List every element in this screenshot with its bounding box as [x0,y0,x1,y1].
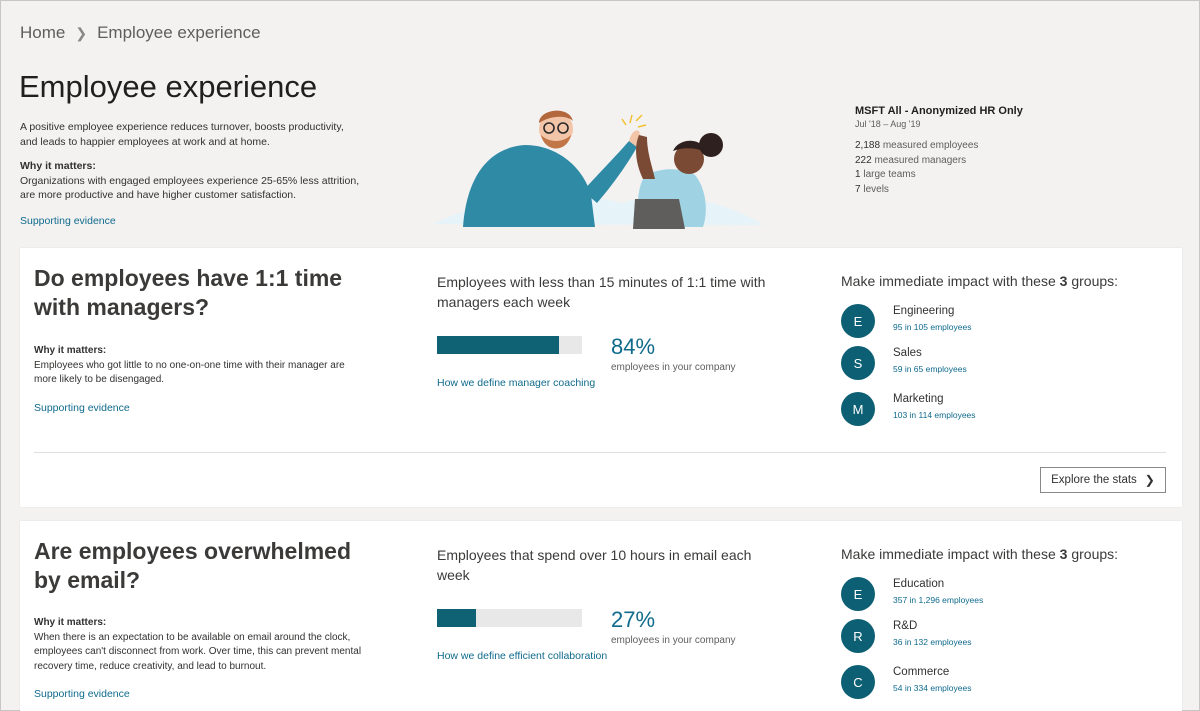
metric-percent-sub: employees in your company [611,362,736,373]
explore-stats-label: Explore the stats [1051,474,1137,486]
group-count: 59 in 65 employees [893,364,967,374]
progress-bar-fill [437,609,477,627]
group-name: Marketing [893,393,944,405]
high-five-illustration [433,99,763,229]
metric-percent: 84% [611,334,656,359]
supporting-evidence-link[interactable]: Supporting evidence [34,401,364,416]
metric-percent: 27% [611,607,656,632]
group-count: 357 in 1,296 employees [893,595,984,605]
intro-section: A positive employee experience reduces t… [20,120,360,228]
groups-title: Make immediate impact with these 3 group… [841,546,1118,562]
group-name: Sales [893,347,922,359]
card-question: Do employees have 1:1 time with managers… [34,265,343,320]
breadcrumb: Home ❯ Employee experience [20,23,261,43]
insight-card-email-overload: Are employees overwhelmed by email? Why … [20,521,1182,711]
groups-title: Make immediate impact with these 3 group… [841,273,1118,289]
progress-bar [437,336,582,354]
metric-title: Employees that spend over 10 hours in em… [437,547,752,583]
group-count: 54 in 334 employees [893,683,972,693]
intro-text: A positive employee experience reduces t… [20,121,344,148]
card-why: Why it matters: When there is an expecta… [34,616,364,702]
insight-card-manager-time: Do employees have 1:1 time with managers… [20,248,1182,507]
groups-count: 3 [1059,546,1068,562]
chevron-right-icon: ❯ [75,24,88,41]
group-item[interactable]: C Commerce 54 in 334 employees [841,665,1141,699]
avatar: R [841,619,875,653]
chevron-right-icon: ❯ [1144,473,1155,487]
supporting-evidence-link[interactable]: Supporting evidence [20,214,360,229]
avatar: M [841,392,875,426]
why-text: Organizations with engaged employees exp… [20,174,360,202]
group-count: 103 in 114 employees [893,410,976,420]
avatar: E [841,304,875,338]
groups-title-suffix: groups: [1071,273,1119,289]
group-count: 36 in 132 employees [893,637,972,647]
groups-count: 3 [1059,273,1068,289]
group-name: Engineering [893,305,955,317]
org-stat: 2,188 measured employees [855,139,1075,154]
stat-value: 1 [855,169,861,180]
org-name: MSFT All - Anonymized HR Only [855,105,1023,117]
org-date-range: Jul '18 – Aug '19 [855,119,921,129]
group-item[interactable]: R R&D 36 in 132 employees [841,619,1141,653]
group-item[interactable]: M Marketing 103 in 114 employees [841,392,1141,426]
group-item[interactable]: S Sales 59 in 65 employees [841,346,1141,380]
group-name: Education [893,578,945,590]
groups-title-text: Make immediate impact with these [841,273,1056,289]
card-divider [34,452,1166,453]
define-link[interactable]: How we define efficient collaboration [437,650,607,662]
stat-label: measured managers [874,154,967,166]
breadcrumb-home[interactable]: Home [20,23,65,43]
org-stats: 2,188 measured employees 222 measured ma… [855,139,1075,197]
group-item[interactable]: E Engineering 95 in 105 employees [841,304,1141,338]
org-summary: MSFT All - Anonymized HR Only Jul '18 – … [855,105,1075,197]
explore-stats-button[interactable]: Explore the stats ❯ [1040,467,1166,493]
breadcrumb-current: Employee experience [97,23,261,42]
avatar: C [841,665,875,699]
metric-title: Employees with less than 15 minutes of 1… [437,274,766,310]
define-link[interactable]: How we define manager coaching [437,377,595,389]
stat-label: levels [863,183,889,195]
metric-percent-sub: employees in your company [611,635,736,646]
why-label: Why it matters: [34,345,107,356]
groups-title-text: Make immediate impact with these [841,546,1056,562]
card-why: Why it matters: Employees who got little… [34,344,364,415]
avatar: E [841,577,875,611]
page-title: Employee experience [19,69,318,104]
group-name: R&D [893,620,918,632]
group-item[interactable]: E Education 357 in 1,296 employees [841,577,1141,611]
progress-bar [437,609,582,627]
stat-label: large teams [863,169,916,180]
groups-title-suffix: groups: [1071,546,1119,562]
group-name: Commerce [893,666,950,678]
org-stat: 7 levels [855,183,1075,198]
why-text: When there is an expectation to be avail… [34,631,362,672]
card-question: Are employees overwhelmed by email? [34,538,352,593]
supporting-evidence-link[interactable]: Supporting evidence [34,687,364,702]
org-stat: 1 large teams [855,168,1075,183]
org-stat: 222 measured managers [855,154,1075,169]
why-text: Employees who got little to no one-on-on… [34,359,345,386]
stat-label: measured employees [882,140,979,151]
stat-value: 7 [855,183,861,195]
why-label: Why it matters: [34,617,107,628]
avatar: S [841,346,875,380]
why-label: Why it matters: [20,160,96,172]
progress-bar-fill [437,336,559,354]
stat-value: 222 [855,154,872,166]
app-frame: Home ❯ Employee experience Employee expe… [0,0,1200,711]
group-count: 95 in 105 employees [893,322,972,332]
stat-value: 2,188 [855,140,881,151]
